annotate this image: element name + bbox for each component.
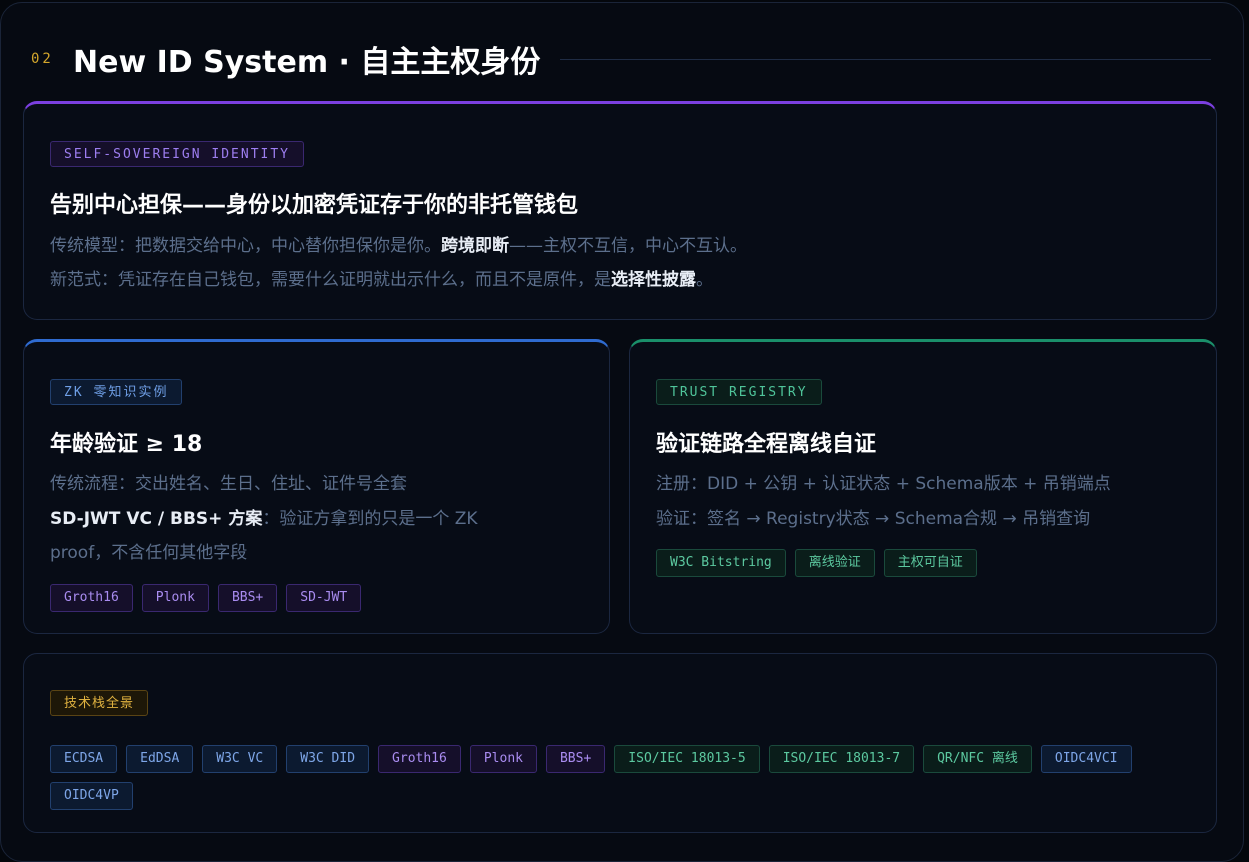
- section-header: 02 New ID System · 自主主权身份: [31, 41, 1211, 80]
- ssi-title: 告别中心担保——身份以加密凭证存于你的非托管钱包: [50, 193, 579, 218]
- stack-tag: ISO/IEC 18013-7: [768, 745, 915, 773]
- section-title: New ID System · 自主主权身份: [73, 45, 541, 80]
- trust-line-1: 注册：DID + 公钥 + 认证状态 + Schema版本 + 吊销端点: [656, 474, 1111, 494]
- stack-card: 技术栈全景 ECDSA EdDSA W3C VC W3C DID Groth16 Plon…: [23, 653, 1217, 833]
- trust-eyebrow: TRUST REGISTRY: [656, 379, 822, 405]
- stack-tag: OIDC4VCI: [1040, 745, 1132, 773]
- ssi-line-1: 传统模型：把数据交给中心，中心替你担保你是你。跨境即断——主权不互信，中心不互认…: [50, 236, 747, 256]
- ssi-eyebrow: SELF-SOVEREIGN IDENTITY: [50, 141, 305, 167]
- ssi-card: SELF-SOVEREIGN IDENTITY 告别中心担保——身份以加密凭证存…: [23, 101, 1217, 320]
- section-number: 02: [31, 51, 54, 67]
- stack-eyebrow: 技术栈全景: [50, 690, 149, 716]
- stack-tag: ISO/IEC 18013-5: [614, 745, 760, 773]
- section-frame: 02 New ID System · 自主主权身份 SELF-SOVEREIGN…: [0, 2, 1244, 862]
- stack-tag: ECDSA: [50, 745, 118, 773]
- tag-bbs: BBS+: [217, 584, 278, 612]
- stack-tag: BBS+: [545, 745, 606, 773]
- ssi-line-2: 新范式：凭证存在自己钱包，需要什么证明就出示什么，而且不是原件，是选择性披露。: [50, 270, 713, 290]
- stack-tag: QR/NFC 离线: [923, 745, 1032, 773]
- stack-tag: Plonk: [469, 745, 537, 773]
- stack-tags: ECDSA EdDSA W3C VC W3C DID Groth16 Plonk BBS+ I…: [50, 745, 1200, 810]
- tag-sd-jwt: SD-JWT: [286, 584, 362, 612]
- tag-plonk: Plonk: [141, 584, 209, 612]
- zk-eyebrow: ZK 零知识实例: [50, 379, 183, 405]
- zk-title: 年龄验证 ≥ 18: [50, 432, 203, 457]
- zk-tags: Groth16 Plonk BBS+ SD-JWT: [50, 584, 362, 612]
- trust-title: 验证链路全程离线自证: [656, 432, 877, 457]
- stack-tag: W3C VC: [202, 745, 278, 773]
- stack-tag: W3C DID: [286, 745, 370, 773]
- zk-line-1: 传统流程：交出姓名、生日、住址、证件号全套: [50, 474, 407, 494]
- trust-line-2: 验证：签名 → Registry状态 → Schema合规 → 吊销查询: [656, 509, 1091, 529]
- stack-tag: OIDC4VP: [50, 782, 133, 810]
- tag-w3c-bitstring: W3C Bitstring: [656, 549, 786, 577]
- stack-tag: Groth16: [378, 745, 461, 773]
- stack-tag: EdDSA: [126, 745, 194, 773]
- trust-card: TRUST REGISTRY 验证链路全程离线自证 注册：DID + 公钥 + …: [629, 339, 1217, 634]
- tag-self-provable: 主权可自证: [883, 549, 977, 577]
- header-divider: [560, 58, 1211, 60]
- zk-card: ZK 零知识实例 年龄验证 ≥ 18 传统流程：交出姓名、生日、住址、证件号全套…: [23, 339, 610, 634]
- tag-offline-verify: 离线验证: [794, 549, 875, 577]
- tag-groth16: Groth16: [50, 584, 133, 612]
- zk-line-2: SD-JWT VC / BBS+ 方案：验证方拿到的只是一个 ZK: [50, 509, 478, 529]
- trust-tags: W3C Bitstring 离线验证 主权可自证: [656, 549, 977, 577]
- zk-line-3: proof，不含任何其他字段: [50, 543, 248, 563]
